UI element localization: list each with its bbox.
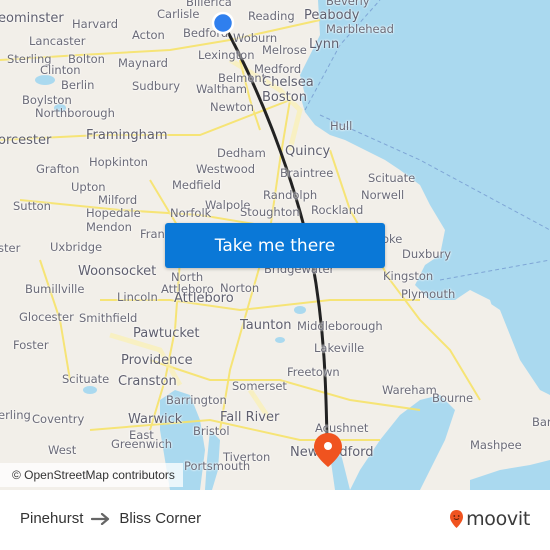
map-label: Bourne: [432, 391, 474, 405]
map-label: Mendon: [86, 220, 132, 234]
map-label: Harvard: [72, 17, 119, 31]
south-coast-water: [470, 460, 550, 490]
map-label: Acton: [132, 28, 165, 42]
map-label: Hopedale: [86, 206, 141, 220]
map-label: Upton: [71, 180, 106, 194]
map-label: erling: [0, 408, 31, 422]
map-label: Chelsea: [262, 75, 314, 90]
map-label: West: [48, 443, 77, 457]
map-label: Westwood: [196, 162, 256, 176]
map-label: Grafton: [36, 162, 80, 176]
map-label: Berlin: [61, 78, 95, 92]
map-label: Somerset: [232, 379, 287, 393]
map-label: Milford: [98, 193, 138, 207]
buzzards-bay: [350, 395, 455, 490]
map-label: Wareham: [382, 383, 437, 397]
map-label: Norfolk: [170, 206, 212, 220]
map-label: Waltham: [196, 82, 247, 96]
map-label: Scituate: [368, 171, 416, 185]
map-label: Foster: [13, 338, 49, 352]
map-label: Greenwich: [111, 437, 173, 451]
arrow-right-icon: [91, 512, 110, 525]
map-label: Northborough: [35, 106, 115, 120]
map-label: Medfield: [172, 178, 222, 192]
map-label: Quincy: [285, 144, 331, 159]
map-label: Freetown: [287, 365, 340, 379]
take-me-there-button[interactable]: Take me there: [165, 223, 385, 268]
map-label: Beverly: [326, 0, 370, 8]
footer: Pinehurst Bliss Corner moovit: [0, 490, 550, 550]
map-label: Dedham: [217, 146, 266, 160]
map-label: Stoughton: [240, 205, 300, 219]
origin-name: Pinehurst: [20, 510, 84, 527]
map-label: Scituate: [62, 372, 110, 386]
map-label: Smithfield: [79, 311, 138, 325]
map-label: Warwick: [128, 412, 183, 427]
map-label: Braintree: [280, 166, 334, 180]
map-label: Middleborough: [297, 319, 383, 333]
map-label: Portsmouth: [184, 459, 251, 473]
map-label: Bar: [532, 415, 550, 429]
map-label: Duxbury: [402, 247, 452, 261]
route-title: Pinehurst Bliss Corner: [20, 510, 201, 527]
map-label: Lynn: [309, 37, 340, 52]
map-attribution[interactable]: © OpenStreetMap contributors: [0, 463, 183, 487]
map-label: Sutton: [13, 199, 51, 213]
map-label: Rockland: [311, 203, 364, 217]
map-label: Taunton: [240, 318, 292, 333]
map-label: Fall River: [220, 410, 280, 425]
map-label: Reading: [248, 9, 295, 23]
moovit-pin-icon: [450, 510, 464, 528]
map-label: Newton: [210, 100, 254, 114]
moovit-logo[interactable]: moovit: [449, 508, 530, 530]
map[interactable]: eominster Harvard Carlisle Billerica Reading…: [0, 0, 550, 490]
ocean: [300, 0, 550, 400]
map-label: Hull: [330, 119, 353, 133]
map-label: Marblehead: [326, 22, 394, 36]
map-label: Peabody: [304, 8, 360, 23]
origin-marker[interactable]: [211, 11, 235, 35]
map-label: Sudbury: [132, 79, 181, 93]
map-label: Fran: [140, 227, 165, 241]
map-label: Melrose: [262, 43, 307, 57]
brand-name: moovit: [466, 508, 530, 530]
map-label: Barrington: [166, 393, 227, 407]
map-label: Coventry: [32, 412, 85, 426]
map-label: oke: [382, 232, 403, 246]
map-label: Bristol: [193, 424, 230, 438]
map-label: Bumillville: [25, 282, 85, 296]
map-label: Boston: [262, 90, 307, 105]
map-label: Carlisle: [157, 7, 200, 21]
map-label: Pawtucket: [133, 326, 200, 341]
map-label: Hopkinton: [89, 155, 148, 169]
map-label: orcester: [0, 133, 52, 148]
destination-name: Bliss Corner: [119, 510, 202, 527]
map-label: Lexington: [198, 48, 255, 62]
map-label: Kingston: [383, 269, 434, 283]
map-label: Lincoln: [117, 290, 158, 304]
map-label: Billerica: [186, 0, 232, 9]
map-label: Plymouth: [401, 287, 456, 301]
map-label: Glocester: [19, 310, 74, 324]
map-label: Uxbridge: [50, 240, 103, 254]
map-label: Attleboro: [174, 291, 234, 306]
map-label: Lancaster: [29, 34, 86, 48]
destination-pin-icon[interactable]: [313, 432, 343, 468]
map-label: Mashpee: [470, 438, 522, 452]
map-label: Maynard: [118, 56, 168, 70]
map-label: Cranston: [118, 374, 177, 389]
map-label: Woonsocket: [78, 264, 157, 279]
map-label: ster: [0, 241, 21, 255]
map-label: Providence: [121, 353, 193, 368]
map-label: Clinton: [40, 63, 81, 77]
map-label: Norwell: [361, 188, 405, 202]
map-label: Randolph: [263, 188, 318, 202]
map-label: Framingham: [86, 128, 168, 143]
map-label: eominster: [0, 11, 64, 26]
map-label: Boylston: [22, 93, 72, 107]
map-label: Lakeville: [314, 341, 365, 355]
